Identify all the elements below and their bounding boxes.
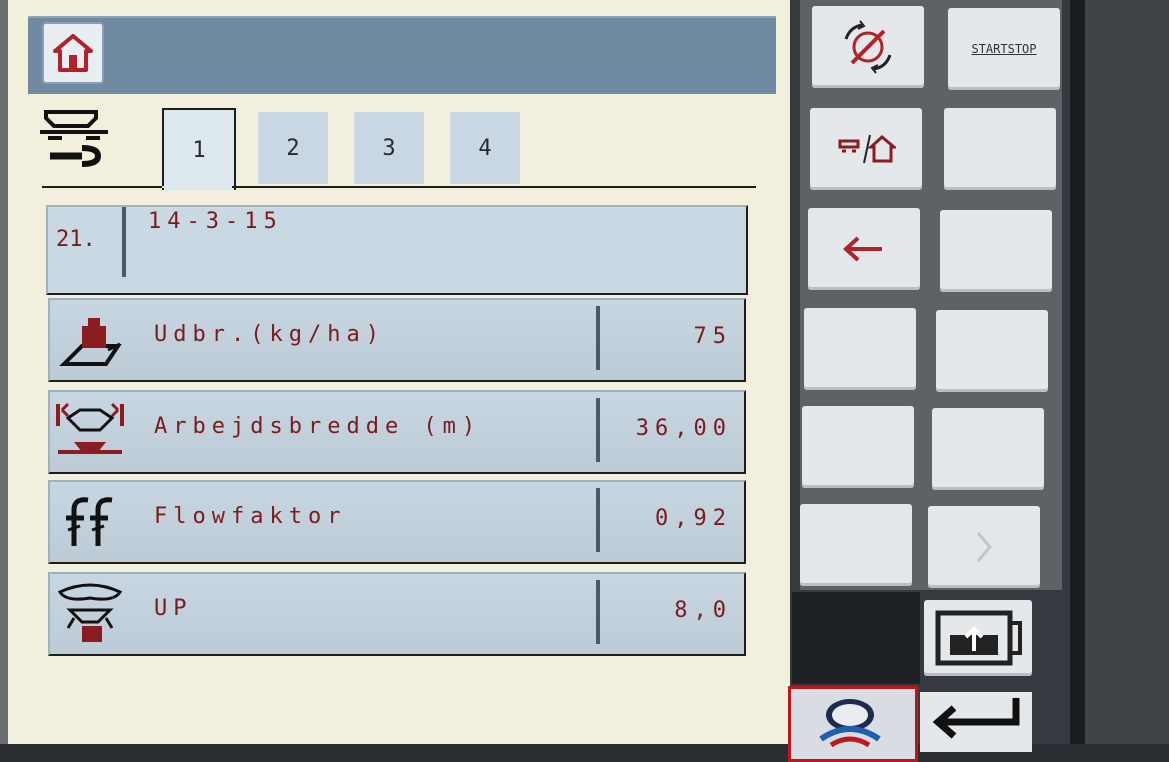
tab-1[interactable]: 1 bbox=[162, 108, 236, 190]
tab-2[interactable]: 2 bbox=[258, 112, 328, 184]
return-arrow-icon bbox=[932, 698, 1020, 739]
machine-settings-icon bbox=[40, 110, 108, 167]
softkey-empty-4[interactable] bbox=[936, 310, 1048, 392]
stop-label: STOP bbox=[1007, 42, 1037, 56]
product-number: 21. bbox=[56, 227, 96, 252]
param-label: Udbr.(kg/ha) bbox=[154, 322, 385, 347]
machine-home-icon bbox=[838, 134, 896, 164]
disc-sync-icon bbox=[844, 20, 892, 74]
back-arrow-button[interactable] bbox=[808, 208, 920, 290]
product-row[interactable]: 21. 14-3-15 bbox=[46, 205, 748, 295]
next-page-button[interactable] bbox=[928, 506, 1040, 588]
home-button[interactable] bbox=[42, 22, 104, 84]
softkey-empty-7[interactable] bbox=[800, 504, 912, 586]
tab-divider bbox=[42, 186, 756, 188]
disc-sync-button[interactable] bbox=[812, 6, 924, 88]
softkey-empty-6[interactable] bbox=[932, 408, 1044, 490]
param-value: 0,92 bbox=[655, 506, 732, 531]
tab-4[interactable]: 4 bbox=[450, 112, 520, 184]
isobus-button[interactable] bbox=[788, 686, 918, 762]
param-label: Flowfaktor bbox=[154, 504, 347, 529]
spread-disc-icon bbox=[57, 583, 123, 642]
param-row-working-width[interactable]: Arbejdsbredde (m) 36,00 bbox=[48, 390, 746, 474]
machine-home-toggle-button[interactable] bbox=[810, 108, 922, 190]
param-value: 75 bbox=[693, 324, 732, 349]
start-label: START bbox=[971, 42, 1008, 56]
softkey-empty-2[interactable] bbox=[940, 210, 1052, 292]
param-value: 8,0 bbox=[674, 598, 732, 623]
working-width-icon bbox=[56, 402, 124, 454]
upload-icon bbox=[935, 610, 1022, 666]
param-row-application-rate[interactable]: Udbr.(kg/ha) 75 bbox=[48, 298, 746, 382]
home-icon bbox=[53, 34, 93, 72]
isobus-logo-icon bbox=[819, 699, 881, 748]
upload-button[interactable] bbox=[924, 600, 1032, 676]
param-row-spread-disc[interactable]: UP 8,0 bbox=[48, 572, 746, 656]
left-bezel bbox=[0, 0, 8, 744]
flow-factor-icon bbox=[66, 497, 113, 546]
chevron-right-icon bbox=[976, 532, 992, 562]
param-row-flow-factor[interactable]: Flowfaktor 0,92 bbox=[48, 480, 746, 564]
weight-rate-icon bbox=[59, 318, 122, 366]
main-screen: 1 2 3 4 21. 14-3-15 Udbr.(kg/ha) 75 Arbe… bbox=[0, 0, 800, 744]
arrow-left-icon bbox=[843, 236, 882, 262]
exit-button[interactable] bbox=[920, 692, 1032, 752]
softkey-empty-5[interactable] bbox=[802, 406, 914, 488]
param-label: Arbejdsbredde (m) bbox=[154, 414, 482, 439]
softkey-empty-3[interactable] bbox=[804, 308, 916, 390]
product-name: 14-3-15 bbox=[148, 209, 283, 234]
start-stop-button[interactable]: START STOP bbox=[948, 8, 1060, 90]
param-label: UP bbox=[154, 596, 193, 621]
param-value: 36,00 bbox=[635, 416, 732, 441]
tab-3[interactable]: 3 bbox=[354, 112, 424, 184]
header-bar bbox=[28, 16, 776, 94]
softkey-empty-1[interactable] bbox=[944, 108, 1056, 190]
